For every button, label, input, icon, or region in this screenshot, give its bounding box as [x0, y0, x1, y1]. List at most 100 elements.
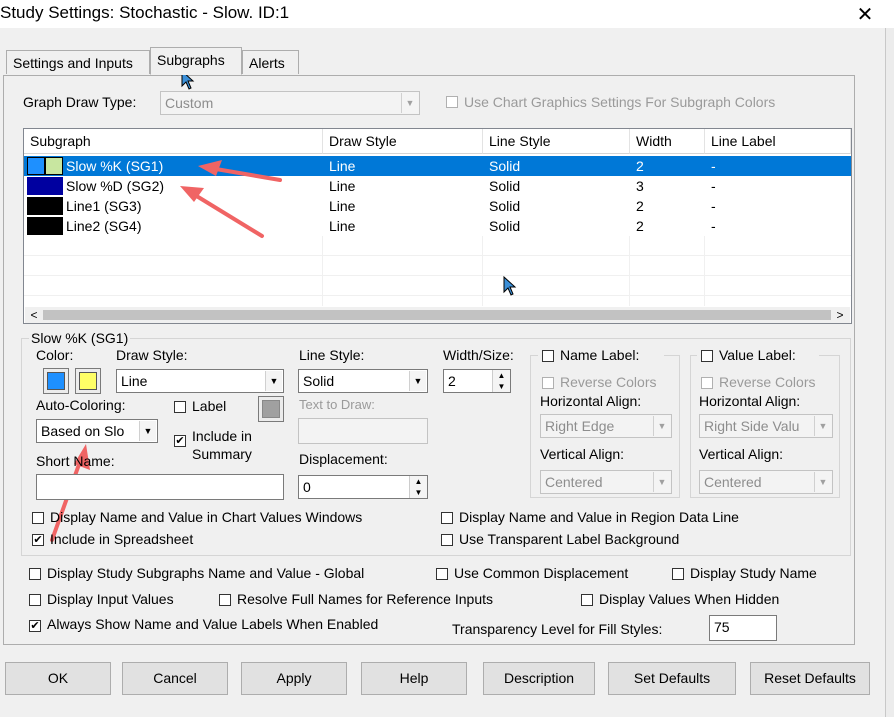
chevron-down-icon: ▼ [814, 472, 831, 492]
spin-up-icon[interactable]: ▲ [410, 476, 427, 487]
transparency-label: Transparency Level for Fill Styles: [452, 621, 663, 637]
help-button[interactable]: Help [361, 662, 467, 695]
name-vertical-align-select[interactable]: Centered ▼ [540, 470, 672, 494]
displacement-label: Displacement: [299, 451, 388, 467]
name-label-title: Name Label: [560, 347, 640, 363]
apply-button[interactable]: Apply [241, 662, 347, 695]
width-size-stepper[interactable]: 2 ▲ ▼ [443, 369, 511, 393]
always-show-labels-label: Always Show Name and Value Labels When E… [47, 616, 379, 632]
always-show-labels-checkbox[interactable]: ✔ [29, 620, 41, 632]
chevron-down-icon: ▼ [653, 416, 670, 436]
spin-buttons[interactable]: ▲ ▼ [492, 370, 510, 392]
name-reverse-colors-label: Reverse Colors [560, 374, 657, 390]
use-common-displacement-checkbox[interactable] [436, 568, 448, 580]
display-name-value-region-label: Display Name and Value in Region Data Li… [459, 509, 739, 525]
chevron-down-icon: ▼ [653, 472, 670, 492]
display-name-value-region-checkbox[interactable] [441, 512, 453, 524]
spin-down-icon[interactable]: ▼ [493, 381, 510, 392]
include-in-summary-label: Include in Summary [192, 428, 252, 462]
display-input-values-checkbox[interactable] [29, 594, 41, 606]
name-horizontal-align-value: Right Edge [545, 418, 615, 434]
arrow-line [208, 166, 282, 182]
width-size-value: 2 [448, 373, 456, 389]
name-horizontal-align-select[interactable]: Right Edge ▼ [540, 414, 672, 438]
auto-coloring-select[interactable]: Based on Slo ▼ [36, 419, 158, 443]
name-reverse-colors-checkbox[interactable] [542, 377, 554, 389]
use-common-displacement-label: Use Common Displacement [454, 565, 629, 581]
color-swatch-primary [47, 372, 65, 390]
draw-style-label: Draw Style: [116, 347, 188, 363]
value-label-checkbox[interactable] [701, 350, 713, 362]
value-vertical-align-label: Vertical Align: [699, 446, 784, 462]
arrow-line [188, 190, 264, 238]
color-swatch-label [262, 400, 280, 418]
label-color-button[interactable] [258, 396, 284, 422]
use-transparent-label-bg-label: Use Transparent Label Background [459, 531, 680, 547]
include-in-spreadsheet-checkbox[interactable]: ✔ [32, 534, 44, 546]
resolve-full-names-label: Resolve Full Names for Reference Inputs [237, 591, 493, 607]
arrow-head [198, 160, 222, 176]
include-in-spreadsheet-label: Include in Spreadsheet [50, 531, 194, 547]
value-label-title: Value Label: [719, 347, 796, 363]
transparency-input[interactable]: 75 [709, 615, 777, 641]
secondary-color-button[interactable] [75, 368, 101, 394]
use-transparent-label-bg-checkbox[interactable] [441, 534, 453, 546]
label-checkbox[interactable] [174, 401, 186, 413]
description-button[interactable]: Description [483, 662, 595, 695]
include-in-summary-checkbox[interactable]: ✔ [174, 435, 186, 447]
mouse-pointer-icon [503, 276, 517, 296]
line-style-value: Solid [303, 373, 335, 389]
set-defaults-button[interactable]: Set Defaults [608, 662, 736, 695]
value-vertical-align-select[interactable]: Centered ▼ [699, 470, 833, 494]
spin-up-icon[interactable]: ▲ [493, 370, 510, 381]
display-study-name-label: Display Study Name [690, 565, 817, 581]
auto-coloring-label: Auto-Coloring: [36, 397, 126, 413]
display-study-subgraphs-label: Display Study Subgraphs Name and Value -… [47, 565, 365, 581]
display-study-subgraphs-checkbox[interactable] [29, 568, 41, 580]
value-vertical-align-value: Centered [704, 474, 762, 490]
short-name-label: Short Name: [36, 453, 115, 469]
name-vertical-align-label: Vertical Align: [540, 446, 625, 462]
text-to-draw-label: Text to Draw: [299, 397, 375, 412]
primary-color-button[interactable] [43, 368, 69, 394]
color-swatch-secondary [79, 372, 97, 390]
width-size-label: Width/Size: [443, 347, 514, 363]
auto-coloring-value: Based on Slo [41, 423, 125, 439]
display-input-values-label: Display Input Values [47, 591, 174, 607]
ok-button[interactable]: OK [5, 662, 111, 695]
value-reverse-colors-label: Reverse Colors [719, 374, 816, 390]
spin-down-icon[interactable]: ▼ [410, 487, 427, 498]
cancel-button[interactable]: Cancel [122, 662, 228, 695]
text-to-draw-input[interactable] [298, 418, 428, 444]
spin-buttons[interactable]: ▲ ▼ [409, 476, 427, 498]
display-values-when-hidden-checkbox[interactable] [581, 594, 593, 606]
name-label-checkbox[interactable] [542, 350, 554, 362]
short-name-input[interactable] [36, 474, 284, 500]
chevron-down-icon: ▼ [265, 371, 282, 391]
subgraph-group-title: Slow %K (SG1) [29, 330, 131, 346]
displacement-stepper[interactable]: 0 ▲ ▼ [298, 475, 428, 499]
chevron-down-icon: ▼ [139, 421, 156, 441]
chevron-down-icon: ▼ [409, 371, 426, 391]
display-name-value-chart-label: Display Name and Value in Chart Values W… [50, 509, 363, 525]
line-style-select[interactable]: Solid ▼ [298, 369, 428, 393]
label-checkbox-label: Label [192, 398, 227, 414]
resolve-full-names-checkbox[interactable] [219, 594, 231, 606]
reset-defaults-button[interactable]: Reset Defaults [750, 662, 870, 695]
display-name-value-chart-checkbox[interactable] [32, 512, 44, 524]
color-label: Color: [36, 347, 74, 363]
tab-subgraphs[interactable]: Subgraphs [150, 47, 242, 75]
display-study-name-checkbox[interactable] [672, 568, 684, 580]
name-horizontal-align-label: Horizontal Align: [540, 393, 642, 409]
value-horizontal-align-select[interactable]: Right Side Valu ▼ [699, 414, 833, 438]
value-reverse-colors-checkbox[interactable] [701, 377, 713, 389]
display-values-when-hidden-label: Display Values When Hidden [599, 591, 780, 607]
line-style-label: Line Style: [299, 347, 365, 363]
draw-style-value: Line [121, 373, 148, 389]
draw-style-select[interactable]: Line ▼ [116, 369, 284, 393]
name-vertical-align-value: Centered [545, 474, 603, 490]
value-horizontal-align-label: Horizontal Align: [699, 393, 801, 409]
chevron-down-icon: ▼ [814, 416, 831, 436]
displacement-value: 0 [303, 479, 311, 495]
value-horizontal-align-value: Right Side Valu [704, 418, 800, 434]
